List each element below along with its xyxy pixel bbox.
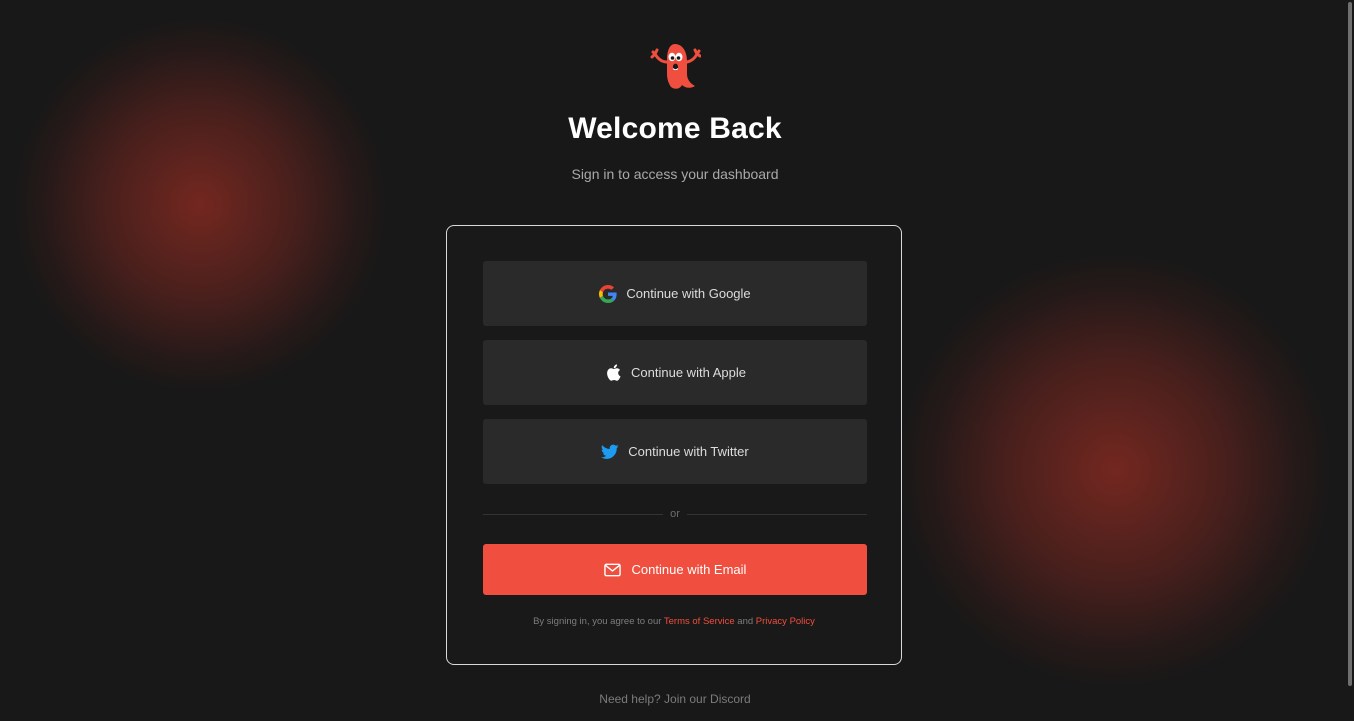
login-page: Welcome Back Sign in to access your dash… — [0, 0, 1354, 721]
terms-of-service-link[interactable]: Terms of Service — [664, 616, 735, 627]
or-divider: or — [483, 506, 867, 522]
apple-button-label: Continue with Apple — [631, 365, 746, 380]
apple-sign-in-button[interactable]: Continue with Apple — [483, 340, 867, 405]
email-button-label: Continue with Email — [631, 562, 747, 577]
privacy-policy-link[interactable]: Privacy Policy — [756, 616, 815, 627]
twitter-bird-icon — [601, 443, 619, 461]
background-glow-right — [900, 255, 1330, 685]
twitter-sign-in-button[interactable]: Continue with Twitter — [483, 419, 867, 484]
legal-conjunction: and — [737, 616, 754, 627]
discord-link[interactable]: Join our Discord — [664, 692, 751, 706]
sign-in-card: Continue with Google Continue with Apple… — [446, 225, 902, 665]
google-icon — [599, 284, 617, 303]
page-title: Welcome Back — [568, 112, 782, 145]
help-footer: Need help? Join our Discord — [0, 692, 1350, 706]
legal-prefix: By signing in, you agree to our — [533, 616, 662, 627]
legal-notice: By signing in, you agree to our Terms of… — [447, 616, 901, 627]
email-sign-in-button[interactable]: Continue with Email — [483, 544, 867, 595]
divider-line-right — [687, 514, 867, 515]
page-scrollbar[interactable] — [1348, 2, 1352, 686]
envelope-icon — [604, 561, 622, 579]
page-subtitle: Sign in to access your dashboard — [571, 166, 779, 182]
ghost-mascot-logo — [649, 40, 702, 94]
google-button-label: Continue with Google — [626, 286, 751, 301]
google-sign-in-button[interactable]: Continue with Google — [483, 261, 867, 326]
help-prefix: Need help? — [599, 692, 661, 706]
apple-icon — [604, 364, 622, 382]
twitter-button-label: Continue with Twitter — [628, 444, 749, 459]
background-glow-left — [15, 20, 385, 390]
